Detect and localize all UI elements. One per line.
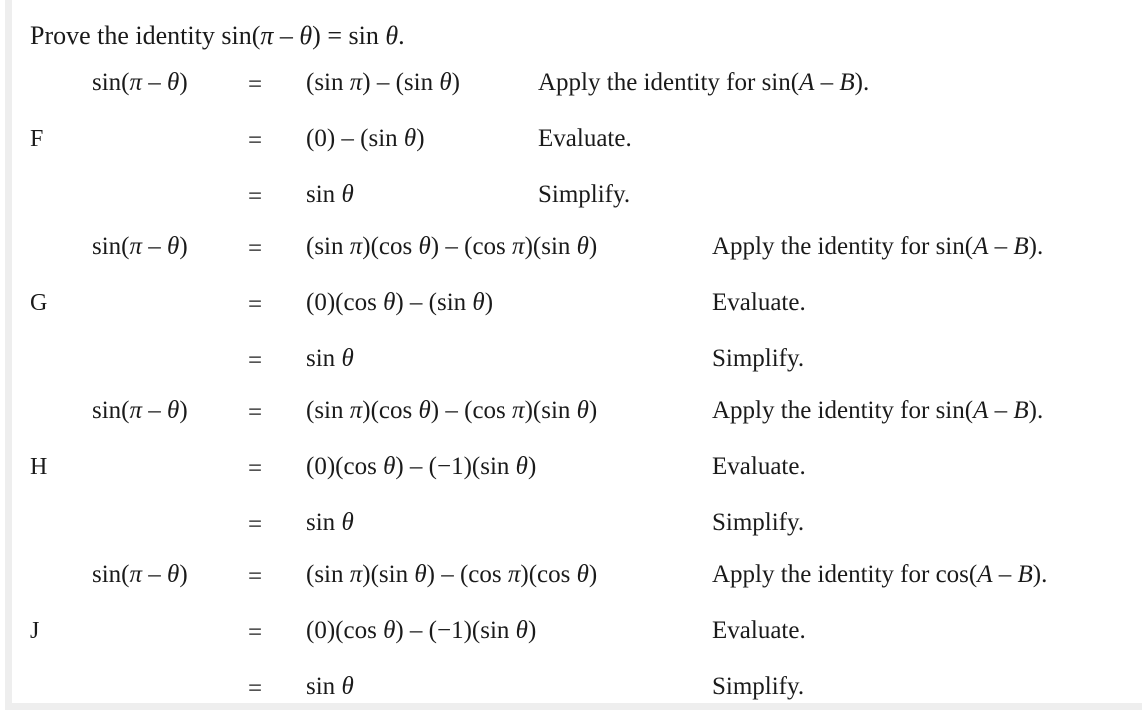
option-label-g[interactable]: G — [30, 288, 47, 318]
step-reason: Evaluate. — [712, 453, 806, 480]
step-reason: Simplify. — [712, 509, 805, 536]
step-lhs: sin(π – θ) — [92, 397, 188, 424]
step-rhs: sin θ — [306, 673, 354, 700]
step-reason: Evaluate. — [538, 125, 632, 152]
option-label-h[interactable]: H — [30, 452, 47, 482]
step-reason: Simplify. — [712, 673, 805, 700]
step-rhs: sin θ — [306, 345, 354, 372]
step-rhs: (0) – (sin θ) — [306, 125, 425, 152]
step-lhs: sin(π – θ) — [92, 69, 188, 96]
step-reason: Evaluate. — [712, 289, 806, 316]
step-reason: Simplify. — [712, 345, 805, 372]
step-reason: Apply the identity for sin(A – B). — [538, 69, 870, 96]
step-equals: = — [248, 183, 263, 210]
step-rhs: (sin π) – (sin θ) — [306, 69, 460, 96]
step-equals: = — [248, 619, 263, 646]
step-equals: = — [248, 511, 263, 538]
step-reason: Evaluate. — [712, 617, 806, 644]
step-equals: = — [248, 675, 263, 702]
step-reason: Apply the identity for sin(A – B). — [712, 233, 1044, 260]
step-equals: = — [248, 127, 263, 154]
step-rhs: (sin π)(cos θ) – (cos π)(sin θ) — [306, 233, 598, 260]
step-equals: = — [248, 71, 263, 98]
problem-title: Prove the identity sin(π – θ) = sin θ. — [30, 21, 405, 50]
step-reason: Simplify. — [538, 181, 631, 208]
step-reason: Apply the identity for cos(A – B). — [712, 561, 1048, 588]
step-equals: = — [248, 455, 263, 482]
step-equals: = — [248, 347, 263, 374]
step-rhs: (0)(cos θ) – (sin θ) — [306, 289, 494, 316]
step-equals: = — [248, 399, 263, 426]
step-rhs: sin θ — [306, 509, 354, 536]
step-lhs: sin(π – θ) — [92, 233, 188, 260]
step-equals: = — [248, 563, 263, 590]
step-rhs: (0)(cos θ) – (−1)(sin θ) — [306, 453, 537, 480]
step-rhs: (0)(cos θ) – (−1)(sin θ) — [306, 617, 537, 644]
step-lhs: sin(π – θ) — [92, 561, 188, 588]
step-rhs: sin θ — [306, 181, 354, 208]
step-rhs: (sin π)(cos θ) – (cos π)(sin θ) — [306, 397, 598, 424]
option-label-f[interactable]: F — [30, 124, 43, 154]
step-equals: = — [248, 291, 263, 318]
step-rhs: (sin π)(sin θ) – (cos π)(cos θ) — [306, 561, 598, 588]
content-frame — [5, 0, 1142, 710]
step-equals: = — [248, 235, 263, 262]
option-label-j[interactable]: J — [30, 616, 39, 646]
step-reason: Apply the identity for sin(A – B). — [712, 397, 1044, 424]
